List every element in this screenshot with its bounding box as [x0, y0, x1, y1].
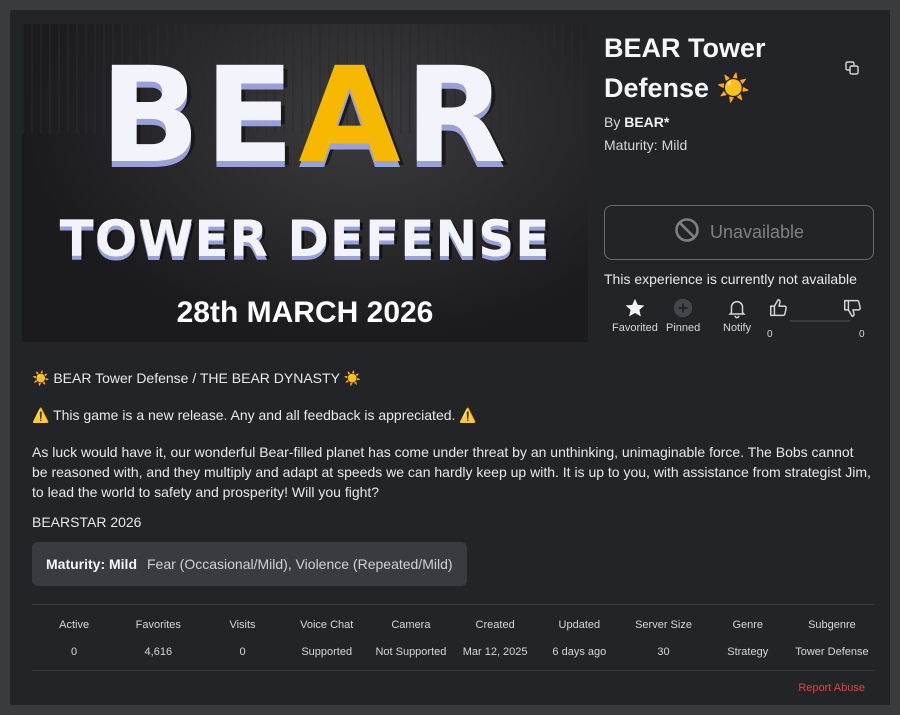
upvote-button[interactable]	[768, 297, 790, 322]
vote-ratio-bar	[790, 320, 850, 322]
thumbnail-release-date: 28th MARCH 2026	[176, 296, 434, 329]
stat-active: Active 0	[59, 619, 90, 658]
maturity-rating: Maturity: Mild	[604, 137, 688, 153]
stat-updated: Updated 6 days ago	[552, 619, 607, 658]
favorite-button[interactable]: Favorited	[612, 297, 658, 334]
stats-divider-bottom	[32, 670, 874, 671]
maturity-box-detail: Fear (Occasional/Mild), Violence (Repeat…	[147, 556, 453, 572]
notify-button[interactable]: Notify	[723, 297, 751, 334]
upvote-count: 0	[767, 329, 773, 340]
stat-voice-chat: Voice Chat Supported	[300, 619, 354, 658]
star-icon	[625, 298, 645, 317]
stats-divider-top	[32, 604, 874, 605]
stat-subgenre: Subgenre Tower Defense	[795, 619, 869, 658]
description-title: ☀️ BEAR Tower Defense / THE BEAR DYNASTY…	[32, 370, 361, 386]
maturity-box-label: Maturity: Mild	[46, 556, 137, 572]
notify-label: Notify	[723, 322, 752, 334]
copy-link-icon[interactable]	[844, 60, 860, 76]
game-thumbnail[interactable]: BEAR TOWER DEFENSE 28th MARCH 2026	[22, 24, 588, 342]
thumbs-down-icon	[844, 299, 861, 317]
pin-button[interactable]: Pinned	[666, 297, 700, 334]
bell-icon	[728, 300, 746, 319]
play-button[interactable]: Unavailable	[604, 205, 874, 260]
game-detail-panel: BEAR TOWER DEFENSE 28th MARCH 2026 BEAR …	[10, 10, 890, 705]
maturity-details[interactable]: Maturity: Mild Fear (Occasional/Mild), V…	[32, 542, 467, 586]
unavailable-icon	[674, 217, 700, 248]
play-button-label: Unavailable	[709, 222, 805, 242]
stats-row: Active 0 Favorites 4,616 Visits 0 Voice Cha…	[32, 619, 874, 658]
plus-circle-icon	[673, 298, 693, 318]
creator-link[interactable]: BEAR*	[624, 114, 669, 130]
description-paragraph: As luck would have it, our wonderful Bea…	[32, 444, 871, 500]
stat-visits: Visits 0	[229, 619, 256, 658]
stat-favorites: Favorites 4,616	[135, 619, 181, 658]
by-label: By	[604, 114, 621, 130]
stat-camera: Camera Not Supported	[375, 619, 447, 658]
description-notice: ⚠️ This game is a new release. Any and a…	[32, 407, 477, 423]
report-abuse-link[interactable]: Report Abuse	[798, 682, 865, 694]
pin-label: Pinned	[666, 322, 701, 334]
creator-line: By BEAR*	[604, 114, 669, 130]
stat-created: Created Mar 12, 2025	[462, 619, 528, 658]
thumbs-up-icon	[770, 299, 787, 317]
favorite-label: Favorited	[612, 322, 658, 334]
availability-status: This experience is currently not availab…	[604, 271, 857, 287]
thumbnail-logo-sub: TOWER DEFENSE	[59, 210, 551, 268]
game-title: BEAR Tower Defense ☀️	[604, 33, 766, 103]
downvote-button[interactable]	[842, 297, 864, 322]
stat-genre: Genre Strategy	[727, 619, 769, 658]
stat-server-size: Server Size 30	[635, 619, 692, 658]
thumbnail-logo-main: BEAR	[99, 39, 511, 193]
downvote-count: 0	[859, 329, 865, 340]
description-footer: BEARSTAR 2026	[32, 514, 142, 530]
